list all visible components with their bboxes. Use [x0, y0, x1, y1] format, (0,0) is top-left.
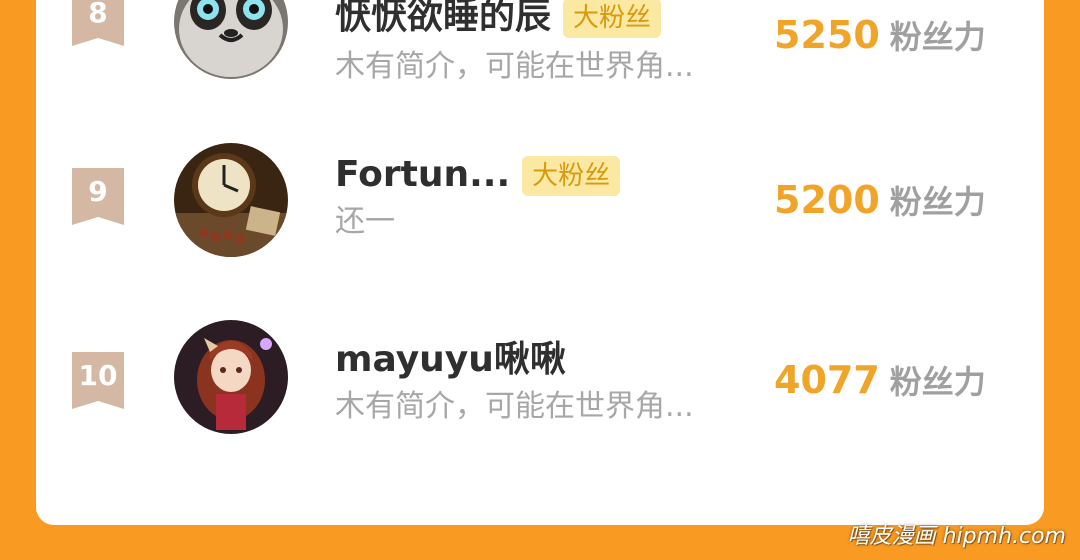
user-name[interactable]: Fortun... [335, 154, 510, 195]
site-watermark: 嘻皮漫画 hipmh.com [847, 524, 1066, 549]
avatar[interactable] [174, 0, 288, 79]
score-value: 4077 [774, 358, 880, 402]
fan-level-tag: 大粉丝 [563, 0, 662, 38]
avatar[interactable] [174, 320, 288, 434]
score-value: 5200 [774, 178, 880, 222]
fan-ranking-card: 8 恹恹欲睡的辰 大粉丝 木有简介，可能在世界角... 5250 粉丝力 9 F… [36, 0, 1044, 525]
user-bio: 木有简介，可能在世界角... [335, 49, 694, 84]
panda-avatar-image [174, 0, 288, 79]
user-bio: 还一 [335, 204, 395, 239]
fan-power-score: 4077 粉丝力 [774, 356, 986, 406]
rank-badge: 9 [72, 168, 124, 225]
score-unit: 粉丝力 [889, 18, 986, 56]
fan-power-score: 5250 粉丝力 [774, 11, 986, 61]
score-unit: 粉丝力 [889, 183, 986, 221]
score-unit: 粉丝力 [889, 363, 986, 401]
avatar[interactable] [174, 143, 288, 257]
ranking-row[interactable]: 10 mayuyu啾啾 木有简介，可能在世界角... 4077 粉丝力 [36, 320, 1044, 456]
fan-level-tag: 大粉丝 [522, 156, 621, 196]
anime-girl-avatar-image [174, 320, 288, 434]
clock-avatar-image [174, 143, 288, 257]
user-name[interactable]: mayuyu啾啾 [335, 336, 566, 384]
ranking-row[interactable]: 9 Fortun... 大粉丝 还一 5200 粉丝力 [36, 143, 1044, 276]
ranking-row[interactable]: 8 恹恹欲睡的辰 大粉丝 木有简介，可能在世界角... 5250 粉丝力 [36, 0, 1044, 101]
user-name-row: 恹恹欲睡的辰 大粉丝 [335, 0, 662, 41]
user-name-row: Fortun... 大粉丝 [335, 151, 621, 199]
fan-power-score: 5200 粉丝力 [774, 176, 986, 226]
user-bio: 木有简介，可能在世界角... [335, 389, 694, 424]
rank-badge: 10 [72, 352, 124, 409]
rank-badge: 8 [72, 0, 124, 46]
user-name[interactable]: 恹恹欲睡的辰 [335, 0, 551, 37]
score-value: 5250 [774, 13, 880, 57]
